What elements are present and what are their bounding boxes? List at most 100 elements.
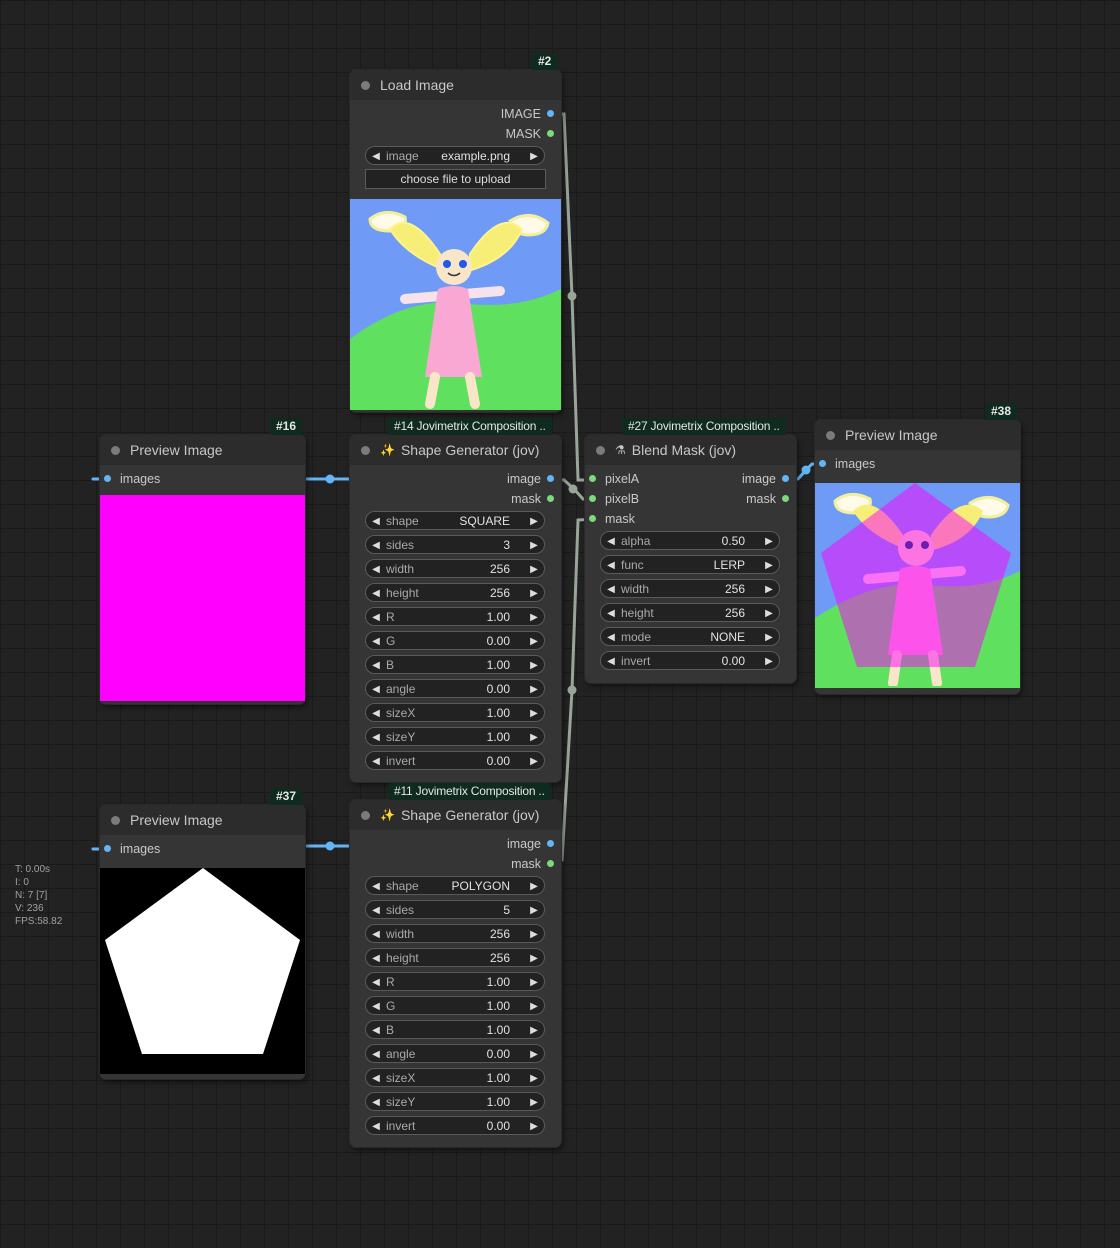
- sizex-widget[interactable]: ◀ sizeX 1.00 ▶: [365, 1068, 545, 1087]
- node-title-bar[interactable]: Preview Image: [100, 805, 305, 835]
- sides-widget[interactable]: ◀ sides 5 ▶: [365, 900, 545, 919]
- output-slot-mask[interactable]: MASK: [506, 124, 554, 144]
- g-widget[interactable]: ◀ G 1.00 ▶: [365, 996, 545, 1015]
- output-socket[interactable]: [547, 495, 554, 502]
- arrow-left-icon[interactable]: ◀: [371, 973, 381, 992]
- width-widget[interactable]: ◀ width 256 ▶: [600, 579, 780, 598]
- arrow-right-icon[interactable]: ▶: [529, 632, 539, 651]
- arrow-right-icon[interactable]: ▶: [529, 1045, 539, 1064]
- output-socket[interactable]: [547, 130, 554, 137]
- arrow-right-icon[interactable]: ▶: [529, 997, 539, 1016]
- b-widget[interactable]: ◀ B 1.00 ▶: [365, 1020, 545, 1039]
- arrow-left-icon[interactable]: ◀: [371, 1045, 381, 1064]
- r-widget[interactable]: ◀ R 1.00 ▶: [365, 607, 545, 626]
- arrow-right-icon[interactable]: ▶: [764, 652, 774, 671]
- input-socket[interactable]: [589, 495, 596, 502]
- output-socket[interactable]: [547, 840, 554, 847]
- arrow-left-icon[interactable]: ◀: [371, 512, 381, 531]
- arrow-left-icon[interactable]: ◀: [371, 997, 381, 1016]
- collapse-toggle[interactable]: [826, 430, 835, 440]
- arrow-left-icon[interactable]: ◀: [606, 556, 616, 575]
- sizey-widget[interactable]: ◀ sizeY 1.00 ▶: [365, 1092, 545, 1111]
- mode-widget[interactable]: ◀ mode NONE ▶: [600, 627, 780, 646]
- arrow-right-icon[interactable]: ▶: [529, 512, 539, 531]
- arrow-left-icon[interactable]: ◀: [371, 728, 381, 747]
- arrow-right-icon[interactable]: ▶: [529, 728, 539, 747]
- input-socket[interactable]: [104, 845, 111, 852]
- image-select-widget[interactable]: ◀ image example.png ▶: [365, 146, 545, 165]
- node-title-bar[interactable]: Preview Image: [815, 420, 1020, 450]
- input-slot-pixelA[interactable]: pixelA: [589, 469, 639, 489]
- preview-image-node-38[interactable]: Preview Image images: [815, 420, 1020, 694]
- node-title-bar[interactable]: ✨ Shape Generator (jov): [350, 435, 561, 465]
- shape-widget[interactable]: ◀ shape POLYGON ▶: [365, 876, 545, 895]
- node-title-bar[interactable]: Load Image: [350, 70, 561, 100]
- collapse-toggle[interactable]: [361, 445, 370, 455]
- arrow-right-icon[interactable]: ▶: [764, 628, 774, 647]
- output-slot-image[interactable]: image: [742, 469, 789, 489]
- arrow-left-icon[interactable]: ◀: [371, 877, 381, 896]
- upload-button[interactable]: choose file to upload: [365, 169, 546, 189]
- preview-image-node-16[interactable]: Preview Image images: [100, 435, 305, 704]
- b-widget[interactable]: ◀ B 1.00 ▶: [365, 655, 545, 674]
- arrow-left-icon[interactable]: ◀: [371, 752, 381, 771]
- arrow-right-icon[interactable]: ▶: [529, 925, 539, 944]
- output-slot-image[interactable]: image: [507, 469, 554, 489]
- arrow-right-icon[interactable]: ▶: [529, 1021, 539, 1040]
- arrow-left-icon[interactable]: ◀: [371, 536, 381, 555]
- preview-image-node-37[interactable]: Preview Image images: [100, 805, 305, 1079]
- arrow-left-icon[interactable]: ◀: [371, 584, 381, 603]
- output-socket[interactable]: [547, 475, 554, 482]
- input-socket[interactable]: [819, 460, 826, 467]
- blend-mask-node-27[interactable]: ⚗ Blend Mask (jov) pixelA pixelB mask im…: [585, 435, 796, 683]
- collapse-toggle[interactable]: [361, 80, 370, 90]
- arrow-left-icon[interactable]: ◀: [371, 901, 381, 920]
- output-socket[interactable]: [782, 475, 789, 482]
- arrow-left-icon[interactable]: ◀: [606, 580, 616, 599]
- arrow-left-icon[interactable]: ◀: [371, 1069, 381, 1088]
- height-widget[interactable]: ◀ height 256 ▶: [600, 603, 780, 622]
- arrow-right-icon[interactable]: ▶: [529, 536, 539, 555]
- arrow-left-icon[interactable]: ◀: [371, 656, 381, 675]
- angle-widget[interactable]: ◀ angle 0.00 ▶: [365, 1044, 545, 1063]
- arrow-right-icon[interactable]: ▶: [529, 584, 539, 603]
- sizex-widget[interactable]: ◀ sizeX 1.00 ▶: [365, 703, 545, 722]
- width-widget[interactable]: ◀ width 256 ▶: [365, 559, 545, 578]
- shape-generator-node-11[interactable]: ✨ Shape Generator (jov) image mask ◀ shap…: [350, 800, 561, 1147]
- arrow-right-icon[interactable]: ▶: [764, 604, 774, 623]
- node-title-bar[interactable]: ✨ Shape Generator (jov): [350, 800, 561, 830]
- output-slot-mask[interactable]: mask: [746, 489, 789, 509]
- arrow-right-icon[interactable]: ▶: [764, 532, 774, 551]
- output-socket[interactable]: [547, 860, 554, 867]
- arrow-left-icon[interactable]: ◀: [371, 680, 381, 699]
- collapse-toggle[interactable]: [361, 810, 370, 820]
- arrow-left-icon[interactable]: ◀: [371, 560, 381, 579]
- width-widget[interactable]: ◀ width 256 ▶: [365, 924, 545, 943]
- output-slot-image[interactable]: image: [507, 834, 554, 854]
- input-socket[interactable]: [589, 515, 596, 522]
- arrow-right-icon[interactable]: ▶: [529, 680, 539, 699]
- invert-widget[interactable]: ◀ invert 0.00 ▶: [365, 1116, 545, 1135]
- arrow-right-icon[interactable]: ▶: [529, 1093, 539, 1112]
- sides-widget[interactable]: ◀ sides 3 ▶: [365, 535, 545, 554]
- arrow-left-icon[interactable]: ◀: [371, 632, 381, 651]
- arrow-right-icon[interactable]: ▶: [529, 147, 539, 166]
- collapse-toggle[interactable]: [596, 445, 605, 455]
- arrow-right-icon[interactable]: ▶: [529, 877, 539, 896]
- arrow-left-icon[interactable]: ◀: [606, 652, 616, 671]
- arrow-left-icon[interactable]: ◀: [371, 147, 381, 166]
- func-widget[interactable]: ◀ func LERP ▶: [600, 555, 780, 574]
- load-image-node[interactable]: Load Image IMAGE MASK ◀ image example.pn…: [350, 70, 561, 412]
- input-slot-pixelB[interactable]: pixelB: [589, 489, 639, 509]
- sizey-widget[interactable]: ◀ sizeY 1.00 ▶: [365, 727, 545, 746]
- input-socket[interactable]: [589, 475, 596, 482]
- input-socket[interactable]: [104, 475, 111, 482]
- height-widget[interactable]: ◀ height 256 ▶: [365, 948, 545, 967]
- arrow-left-icon[interactable]: ◀: [606, 628, 616, 647]
- node-title-bar[interactable]: Preview Image: [100, 435, 305, 465]
- arrow-right-icon[interactable]: ▶: [529, 949, 539, 968]
- alpha-widget[interactable]: ◀ alpha 0.50 ▶: [600, 531, 780, 550]
- arrow-right-icon[interactable]: ▶: [764, 580, 774, 599]
- arrow-right-icon[interactable]: ▶: [529, 1117, 539, 1136]
- arrow-left-icon[interactable]: ◀: [371, 949, 381, 968]
